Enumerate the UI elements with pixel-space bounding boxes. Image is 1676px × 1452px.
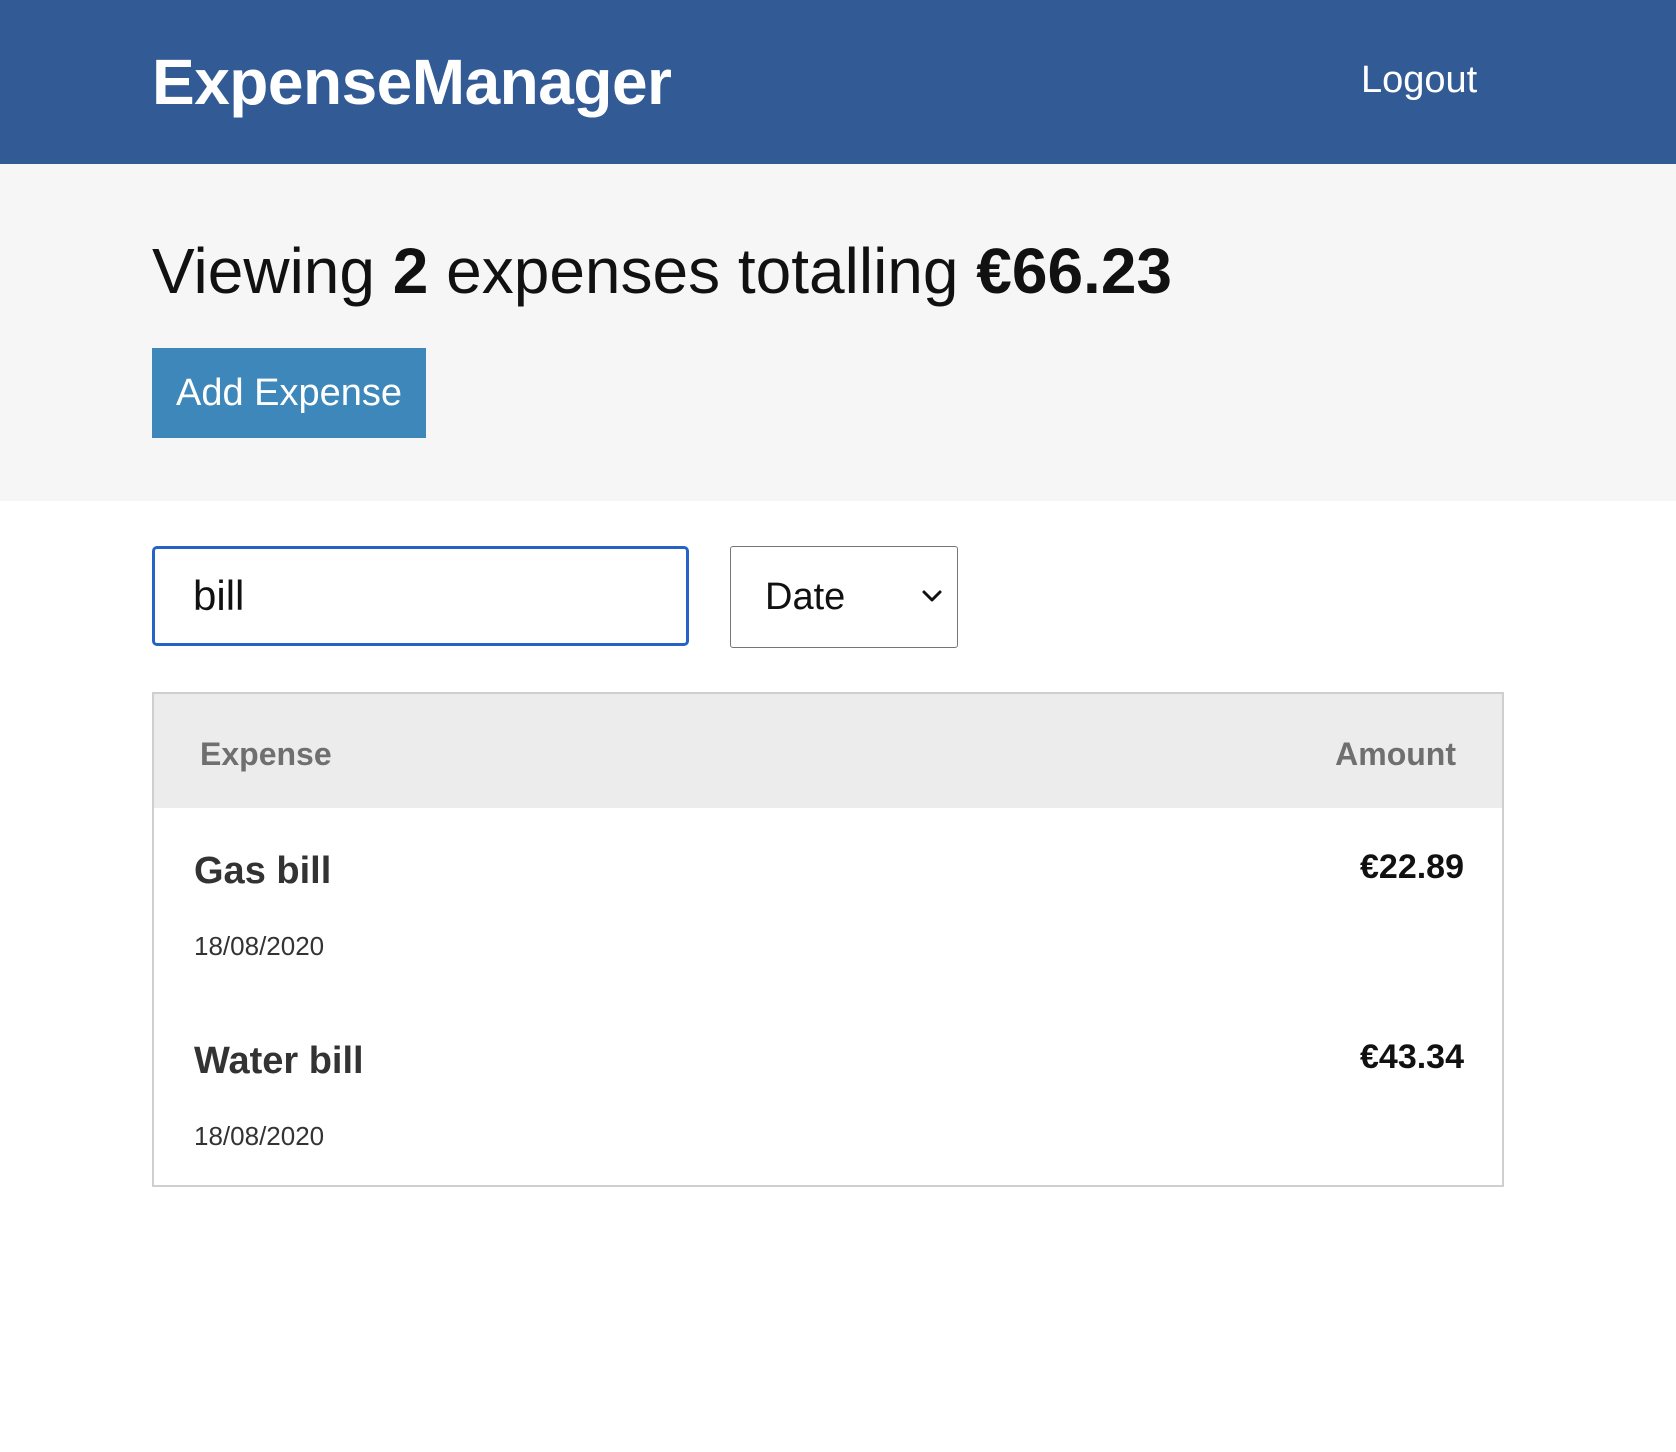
search-input[interactable] [152, 546, 689, 646]
chevron-down-icon [922, 590, 942, 602]
column-header-expense: Expense [200, 736, 332, 772]
sort-select[interactable]: Date [730, 546, 958, 648]
expense-table: Expense Amount Gas bill 18/08/2020 €22.8… [152, 692, 1504, 1187]
add-expense-button[interactable]: Add Expense [152, 348, 426, 438]
table-row[interactable]: Water bill 18/08/2020 €43.34 [154, 998, 1502, 1188]
summary-panel: Viewing 2 expenses totalling €66.23 Add … [0, 164, 1676, 501]
expense-date: 18/08/2020 [194, 1121, 325, 1151]
logout-button[interactable]: Logout [1361, 56, 1477, 104]
app-brand[interactable]: ExpenseManager [152, 44, 672, 120]
summary-prefix: Viewing [152, 235, 375, 307]
expense-count: 2 [392, 235, 429, 307]
expense-name: Water bill [194, 1040, 364, 1082]
summary-middle: expenses totalling [446, 235, 959, 307]
expense-amount: €22.89 [1360, 848, 1464, 886]
expense-total: €66.23 [976, 235, 1172, 307]
summary-title: Viewing 2 expenses totalling €66.23 [152, 232, 1172, 310]
expense-name: Gas bill [194, 850, 332, 892]
app-header: ExpenseManager Logout [0, 0, 1676, 164]
sort-select-value: Date [765, 576, 846, 618]
column-header-amount: Amount [1335, 736, 1456, 772]
expense-date: 18/08/2020 [194, 931, 325, 961]
table-header: Expense Amount [154, 694, 1502, 808]
expense-amount: €43.34 [1360, 1038, 1464, 1076]
table-row[interactable]: Gas bill 18/08/2020 €22.89 [154, 808, 1502, 998]
